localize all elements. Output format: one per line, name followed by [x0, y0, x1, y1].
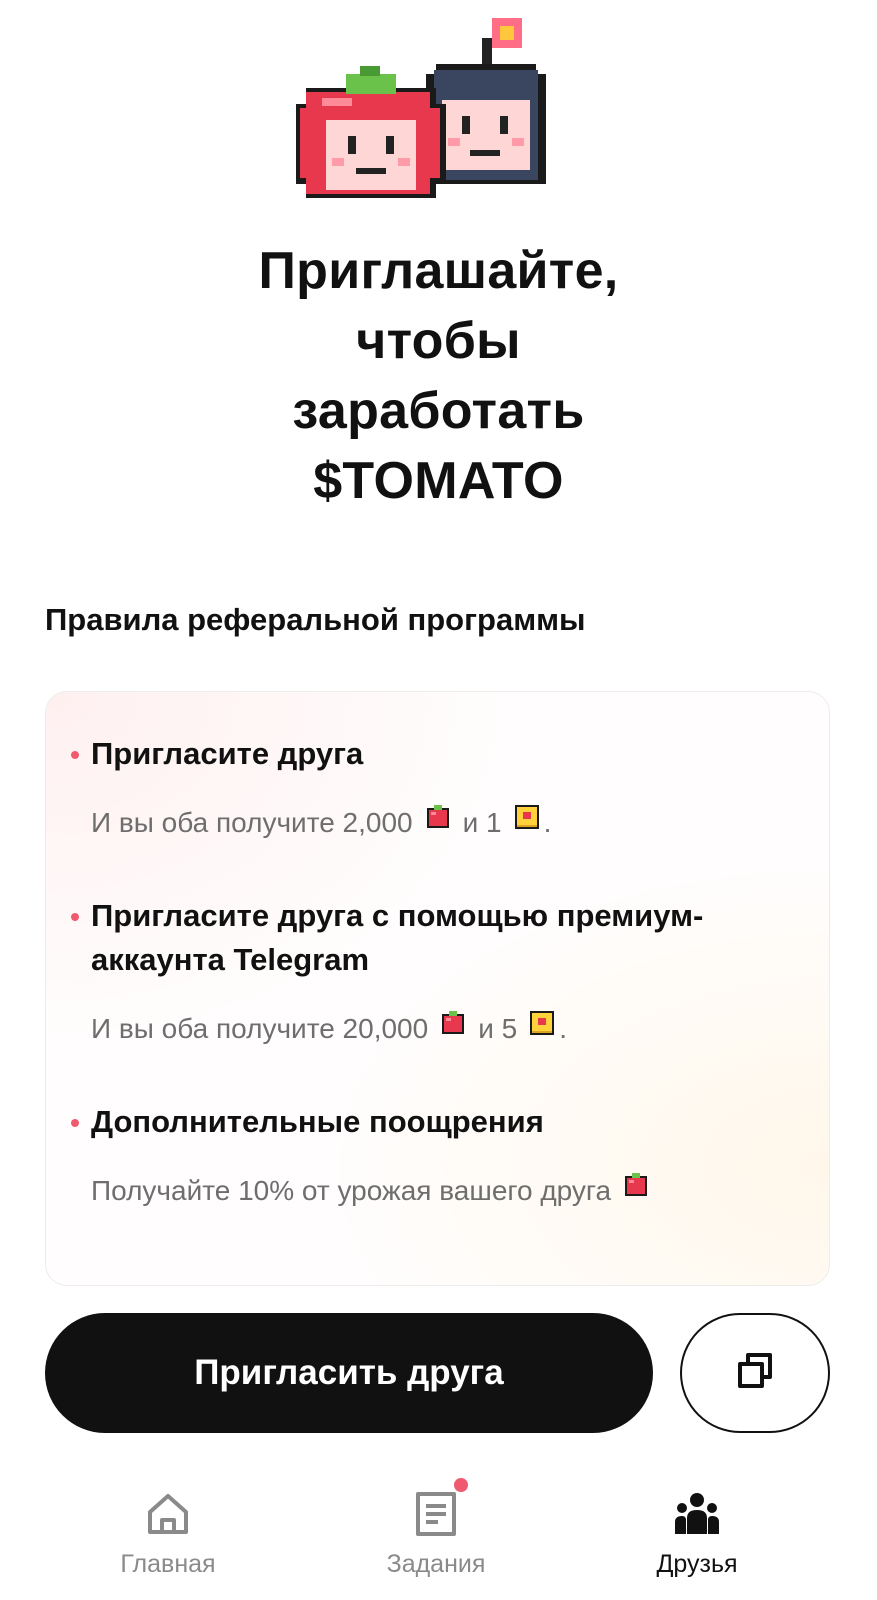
tab-label: Главная	[120, 1550, 216, 1578]
title-line: заработать	[292, 382, 585, 440]
rule-description-text: и 1	[462, 806, 502, 838]
tab-label: Друзья	[656, 1550, 738, 1578]
tomato-characters-illustration	[296, 18, 546, 198]
tomato-icon	[438, 1008, 468, 1049]
friends-icon	[673, 1490, 721, 1538]
rule-description-text: .	[543, 806, 552, 838]
tab-tasks[interactable]: Задания	[336, 1460, 536, 1579]
rule-title: Дополнительные поощрения	[71, 1100, 791, 1144]
rule-description-text: .	[559, 1012, 567, 1044]
ticket-icon	[512, 802, 542, 843]
invite-friend-button[interactable]: Пригласить друга	[45, 1313, 653, 1433]
tomato-icon	[423, 802, 453, 843]
rule-description-text: и 5	[478, 1012, 518, 1044]
rules-section-title: Правила реферальной программы	[45, 602, 586, 637]
rule-description: И вы оба получите 20,000 и 5 .	[91, 1008, 791, 1049]
tasks-icon	[412, 1478, 468, 1538]
page-title: Приглашайте, чтобы заработать $TOMATO	[0, 236, 877, 516]
rule-description-text: И вы оба получите 20,000	[91, 1012, 429, 1044]
rule-description: Получайте 10% от урожая вашего друга	[91, 1170, 791, 1211]
bottom-tab-bar: Главная Задания Друзья	[0, 1460, 877, 1600]
rules-card: Пригласите друга И вы оба получите 2,000…	[45, 691, 830, 1286]
rule-item-invite-premium: Пригласите друга с помощью премиум-аккау…	[71, 894, 791, 1049]
bullet-dot	[71, 1119, 79, 1127]
home-icon	[144, 1490, 192, 1538]
copy-link-button[interactable]	[680, 1313, 830, 1433]
rule-item-extra-rewards: Дополнительные поощрения Получайте 10% о…	[71, 1100, 791, 1211]
tab-friends[interactable]: Друзья	[597, 1460, 797, 1579]
bullet-dot	[71, 913, 79, 921]
rule-description: И вы оба получите 2,000 и 1 .	[91, 802, 791, 843]
rule-title-text: Пригласите друга с помощью премиум-аккау…	[91, 898, 704, 977]
tomato-icon	[621, 1170, 651, 1211]
hero-illustration	[0, 0, 877, 210]
tab-label: Задания	[386, 1550, 486, 1578]
notification-badge	[454, 1478, 468, 1492]
rule-title-text: Дополнительные поощрения	[91, 1104, 544, 1139]
bullet-dot	[71, 751, 79, 759]
rule-title-text: Пригласите друга	[91, 736, 364, 771]
ticket-icon	[527, 1008, 557, 1049]
copy-icon	[735, 1351, 775, 1396]
rule-title: Пригласите друга	[71, 732, 791, 776]
rule-description-text: И вы оба получите 2,000	[91, 806, 413, 838]
rule-title: Пригласите друга с помощью премиум-аккау…	[71, 894, 791, 982]
tab-home[interactable]: Главная	[68, 1460, 268, 1579]
rule-description-text: Получайте 10% от урожая вашего друга	[91, 1174, 612, 1206]
rule-item-invite-friend: Пригласите друга И вы оба получите 2,000…	[71, 732, 791, 843]
title-line: Приглашайте,	[258, 242, 619, 300]
tomato-character	[296, 66, 446, 198]
title-line: чтобы	[356, 312, 521, 370]
title-line: $TOMATO	[313, 452, 564, 510]
